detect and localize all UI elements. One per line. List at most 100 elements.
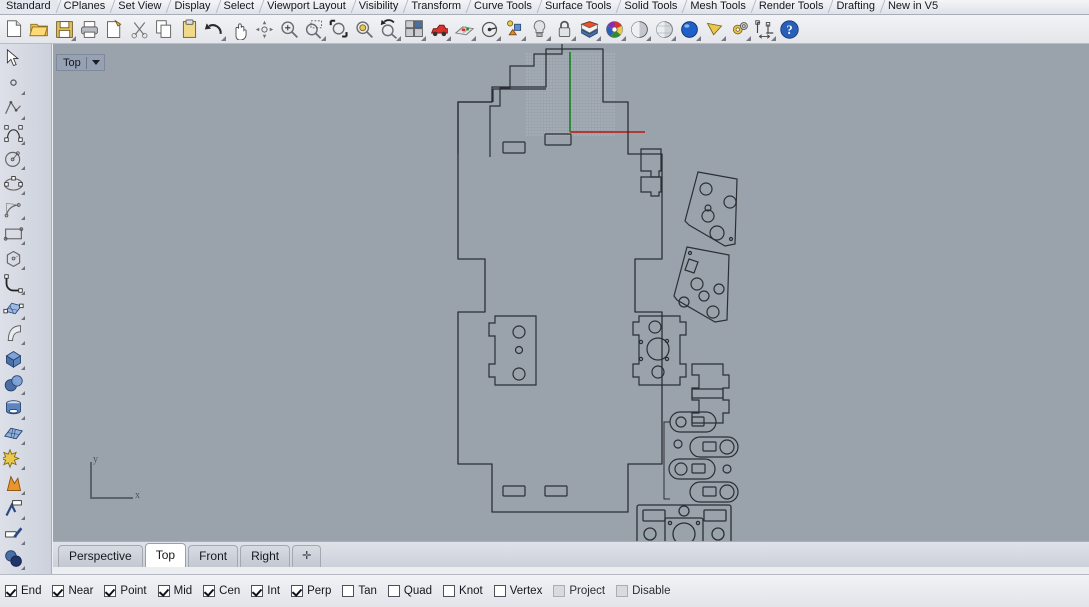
osnap-vertex[interactable]: Vertex xyxy=(494,585,543,597)
flyout-corner-icon[interactable] xyxy=(21,491,25,495)
flyout-corner-icon[interactable] xyxy=(421,36,426,41)
toolbar-tab-cplanes[interactable]: CPlanes xyxy=(58,0,113,14)
osnap-int[interactable]: Int xyxy=(251,585,280,597)
checkbox-icon[interactable] xyxy=(5,585,17,597)
flyout-corner-icon[interactable] xyxy=(21,166,25,170)
osnap-disable[interactable]: Disable xyxy=(616,585,670,597)
viewport-layout-icon[interactable] xyxy=(402,17,427,42)
flyout-corner-icon[interactable] xyxy=(21,316,25,320)
help-question-icon[interactable]: ? xyxy=(777,17,802,42)
flyout-corner-icon[interactable] xyxy=(546,36,551,41)
viewport-tab-bar[interactable]: PerspectiveTopFrontRight✛ xyxy=(53,541,1089,567)
zoom-selected-icon[interactable] xyxy=(352,17,377,42)
lock-padlock-icon[interactable] xyxy=(552,17,577,42)
copy-icon[interactable] xyxy=(152,17,177,42)
flyout-corner-icon[interactable] xyxy=(696,36,701,41)
flyout-corner-icon[interactable] xyxy=(221,36,226,41)
flyout-corner-icon[interactable] xyxy=(71,36,76,41)
toolbar-tab-drafting[interactable]: Drafting xyxy=(830,0,882,14)
cylinder-icon[interactable] xyxy=(0,396,26,421)
render-car-icon[interactable] xyxy=(427,17,452,42)
toolbar-tab-viewport-layout[interactable]: Viewport Layout xyxy=(261,0,353,14)
viewport-title-menu[interactable]: Top xyxy=(56,54,105,71)
osnap-tan[interactable]: Tan xyxy=(342,585,377,597)
checkbox-icon[interactable] xyxy=(104,585,116,597)
toolbar-tab-render-tools[interactable]: Render Tools xyxy=(753,0,831,14)
osnap-perp[interactable]: Perp xyxy=(291,585,331,597)
viewport-tab-front[interactable]: Front xyxy=(188,545,238,567)
rectangle-icon[interactable] xyxy=(0,221,26,246)
flyout-corner-icon[interactable] xyxy=(21,441,25,445)
polygon-icon[interactable] xyxy=(0,246,26,271)
explode-icon[interactable] xyxy=(0,446,26,471)
zoom-window-icon[interactable] xyxy=(302,17,327,42)
polyline-icon[interactable] xyxy=(0,96,26,121)
light-bulb-icon[interactable] xyxy=(527,17,552,42)
scissors-cut-icon[interactable] xyxy=(127,17,152,42)
flyout-corner-icon[interactable] xyxy=(321,36,326,41)
print-icon[interactable] xyxy=(77,17,102,42)
flyout-corner-icon[interactable] xyxy=(21,91,25,95)
ghosted-sphere-icon[interactable] xyxy=(652,17,677,42)
object-snap-bar[interactable]: EndNearPointMidCenIntPerpTanQuadKnotVert… xyxy=(0,574,1089,607)
toolbar-tab-strip[interactable]: StandardCPlanesSet ViewDisplaySelectView… xyxy=(0,0,1089,15)
copy-to-clipboard-icon[interactable] xyxy=(102,17,127,42)
split-icon[interactable] xyxy=(0,521,26,546)
checkbox-icon[interactable] xyxy=(251,585,263,597)
zoom-previous-icon[interactable] xyxy=(377,17,402,42)
loft-surface-icon[interactable] xyxy=(0,321,26,346)
mesh-icon[interactable] xyxy=(0,421,26,446)
osnap-near[interactable]: Near xyxy=(52,585,93,597)
undo-arrow-icon[interactable] xyxy=(202,17,227,42)
chevron-down-icon[interactable] xyxy=(92,60,100,65)
flyout-corner-icon[interactable] xyxy=(21,116,25,120)
flyout-corner-icon[interactable] xyxy=(446,36,451,41)
blend-flame-icon[interactable] xyxy=(0,471,26,496)
flyout-corner-icon[interactable] xyxy=(21,191,25,195)
spotlight-cone-icon[interactable] xyxy=(702,17,727,42)
flyout-corner-icon[interactable] xyxy=(746,36,751,41)
checkbox-icon[interactable] xyxy=(52,585,64,597)
checkbox-icon[interactable] xyxy=(291,585,303,597)
color-wheel-icon[interactable] xyxy=(602,17,627,42)
flyout-corner-icon[interactable] xyxy=(21,541,25,545)
viewport-tab-top[interactable]: Top xyxy=(145,543,186,567)
toolbar-tab-visibility[interactable]: Visibility xyxy=(353,0,406,14)
osnap-knot[interactable]: Knot xyxy=(443,585,483,597)
flyout-corner-icon[interactable] xyxy=(21,291,25,295)
circle-icon[interactable] xyxy=(0,146,26,171)
shaded-sphere-icon[interactable] xyxy=(627,17,652,42)
checkbox-icon[interactable] xyxy=(553,585,565,597)
boolean-sphere-icon[interactable] xyxy=(0,546,26,571)
checkbox-icon[interactable] xyxy=(158,585,170,597)
viewport-tab-right[interactable]: Right xyxy=(240,545,290,567)
save-floppy-icon[interactable] xyxy=(52,17,77,42)
open-folder-icon[interactable] xyxy=(27,17,52,42)
cad-geometry[interactable] xyxy=(53,44,1089,541)
left-tool-palette[interactable]: T xyxy=(0,44,52,574)
toolbar-tab-transform[interactable]: Transform xyxy=(405,0,468,14)
options-gears-icon[interactable] xyxy=(727,17,752,42)
control-point-curve-icon[interactable] xyxy=(0,121,26,146)
toolbar-tab-curve-tools[interactable]: Curve Tools xyxy=(468,0,539,14)
rendered-sphere-icon[interactable] xyxy=(677,17,702,42)
toolbar-tab-surface-tools[interactable]: Surface Tools xyxy=(539,0,618,14)
new-file-icon[interactable] xyxy=(2,17,27,42)
checkbox-icon[interactable] xyxy=(388,585,400,597)
paste-clipboard-icon[interactable] xyxy=(177,17,202,42)
flyout-corner-icon[interactable] xyxy=(21,416,25,420)
flyout-corner-icon[interactable] xyxy=(21,241,25,245)
top-viewport[interactable]: Top y x xyxy=(53,44,1089,541)
flyout-corner-icon[interactable] xyxy=(771,36,776,41)
layers-icon[interactable] xyxy=(577,17,602,42)
checkbox-icon[interactable] xyxy=(494,585,506,597)
flyout-corner-icon[interactable] xyxy=(21,266,25,270)
osnap-end[interactable]: End xyxy=(5,585,41,597)
toolbar-tab-mesh-tools[interactable]: Mesh Tools xyxy=(684,0,752,14)
dimension-icon[interactable] xyxy=(752,17,777,42)
flyout-corner-icon[interactable] xyxy=(21,466,25,470)
toolbar-tab-solid-tools[interactable]: Solid Tools xyxy=(618,0,684,14)
sphere-boolean-icon[interactable] xyxy=(0,371,26,396)
flyout-corner-icon[interactable] xyxy=(21,366,25,370)
toolbar-tab-select[interactable]: Select xyxy=(218,0,262,14)
